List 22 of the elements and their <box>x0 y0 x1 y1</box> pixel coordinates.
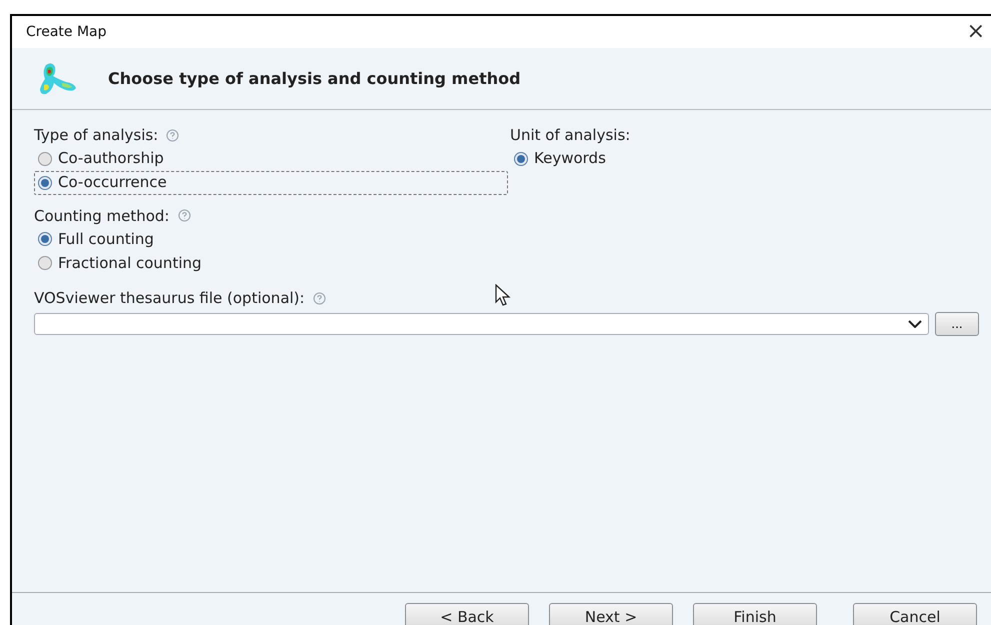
help-icon[interactable] <box>312 292 326 305</box>
radio-option[interactable]: Co-authorship <box>34 146 508 170</box>
help-icon[interactable] <box>166 128 180 142</box>
window-title: Create Map <box>26 22 107 42</box>
radio-option[interactable]: Keywords <box>510 146 611 170</box>
thesaurus-dropdown[interactable] <box>34 312 929 334</box>
wizard-button[interactable]: Cancel <box>853 603 977 625</box>
wizard-button[interactable]: Finish <box>693 603 817 625</box>
radio-option[interactable]: Fractional counting <box>34 251 207 275</box>
browse-button[interactable]: ... <box>935 312 979 336</box>
close-button[interactable]: × <box>966 21 985 43</box>
page-heading: Choose type of analysis and counting method <box>108 68 521 90</box>
wizard-button[interactable]: Next > <box>549 603 673 625</box>
wizard-button[interactable]: < Back <box>405 603 529 625</box>
help-icon[interactable] <box>178 209 190 222</box>
field-label: VOSviewer thesaurus file (optional): <box>34 288 305 309</box>
group-label: Counting method: <box>34 206 170 226</box>
chevron-down-icon <box>908 320 922 328</box>
radio-option[interactable]: Co-occurrence <box>34 170 508 194</box>
radio-option[interactable]: Full counting <box>34 227 159 251</box>
group-label: Unit of analysis: <box>510 125 630 146</box>
group-label: Type of analysis: <box>34 125 158 146</box>
